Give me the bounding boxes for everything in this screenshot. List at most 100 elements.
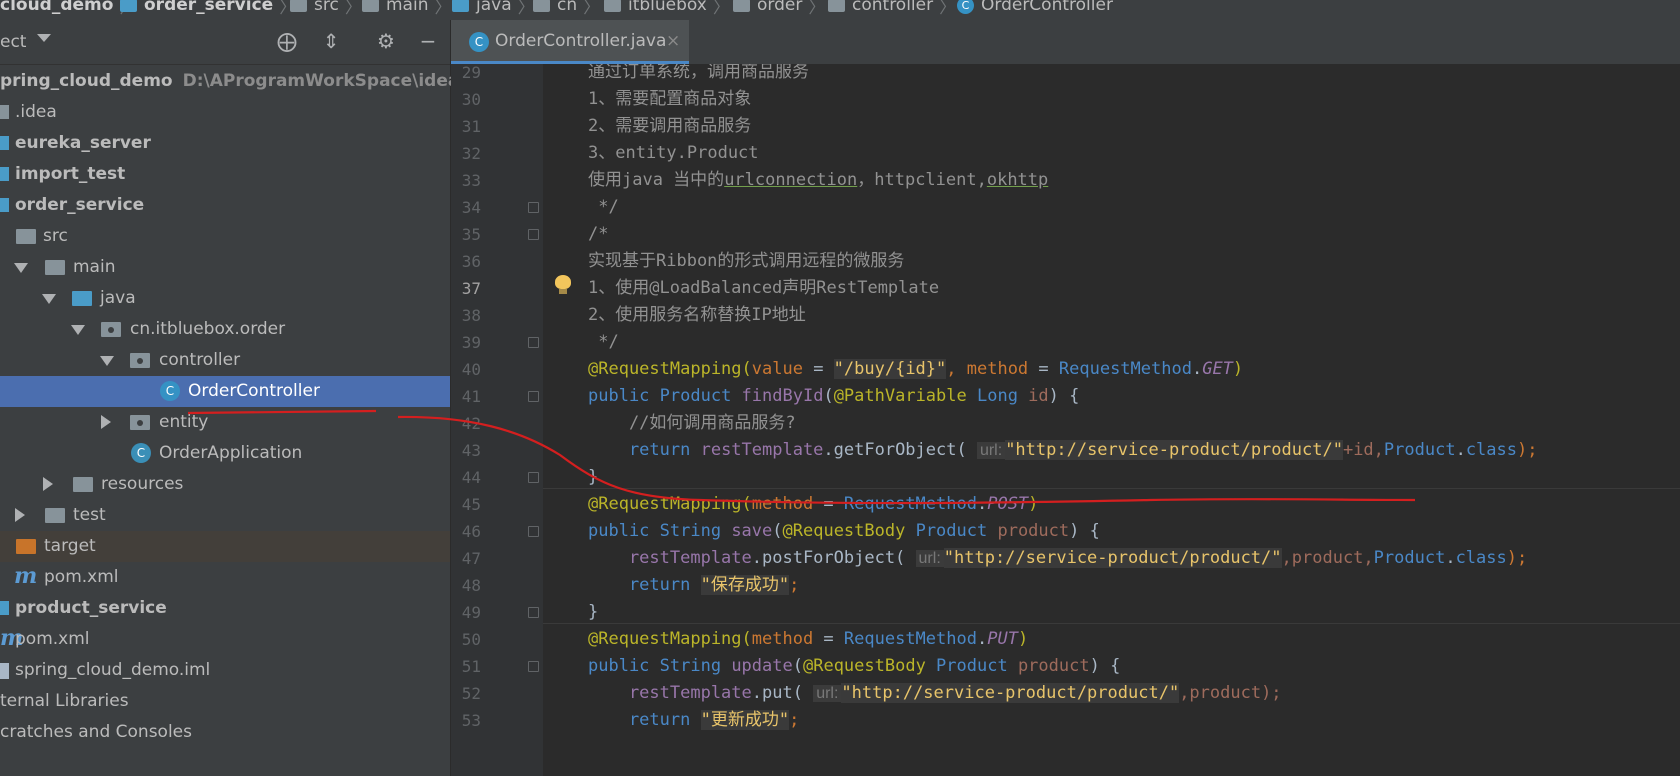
parameter-hint: url:	[976, 442, 1006, 459]
tree-item-project-root[interactable]: pring_cloud_demo D:\AProgramWorkSpace\ide…	[0, 66, 520, 97]
tree-item-test[interactable]: test	[0, 500, 450, 531]
collapse-arrow-icon[interactable]	[43, 477, 53, 491]
code-line-46: public String save(@RequestBody Product …	[588, 517, 1100, 546]
code-token: )	[1017, 629, 1029, 649]
tree-item-main[interactable]: main	[0, 252, 450, 283]
breadcrumb-item-java[interactable]: java 〉	[452, 0, 541, 18]
breadcrumb-label: cn	[557, 0, 578, 15]
tree-item-resources[interactable]: resources	[0, 469, 450, 500]
breadcrumb: cloud_demo〉 order_service〉 src〉 main〉 ja…	[0, 0, 1680, 20]
code-token: @RequestMapping(	[588, 629, 752, 649]
code-token: )	[1232, 359, 1244, 379]
tree-item-pom-root[interactable]: m pom.xml	[0, 624, 450, 655]
tree-item-idea[interactable]: .idea	[0, 97, 450, 128]
tree-item-order-service[interactable]: order_service	[0, 190, 450, 221]
breadcrumb-item-order[interactable]: order 〉	[733, 0, 831, 18]
code-token: =	[1028, 359, 1059, 379]
tree-item-import-test[interactable]: import_test	[0, 159, 450, 190]
tree-item-external-libraries[interactable]: ternal Libraries	[0, 686, 450, 717]
expand-arrow-icon[interactable]	[14, 263, 28, 273]
code-token: value	[751, 359, 803, 379]
hide-icon[interactable]: −	[417, 30, 439, 52]
collapse-arrow-icon[interactable]	[101, 415, 111, 429]
tree-item-iml[interactable]: spring_cloud_demo.iml	[0, 655, 450, 686]
tree-item-label: OrderController	[188, 381, 320, 401]
tree-item-order-application[interactable]: C OrderApplication	[0, 438, 450, 469]
code-token: @RequestMapping(	[588, 359, 752, 379]
code-token: return	[588, 710, 701, 730]
breadcrumb-item-main[interactable]: main 〉	[362, 0, 457, 18]
tab-order-controller[interactable]: C OrderController.java ×	[451, 20, 689, 64]
tree-item-controller[interactable]: controller	[0, 345, 450, 376]
project-view-selector[interactable]: ect	[0, 32, 26, 52]
collapse-all-icon[interactable]: ⇕	[320, 30, 342, 52]
module-icon	[0, 167, 9, 181]
fold-marker-icon[interactable]	[528, 391, 539, 402]
code-token: String	[659, 521, 732, 541]
tree-item-label: entity	[159, 412, 209, 432]
fold-marker-icon[interactable]	[528, 472, 539, 483]
code-token: );	[1517, 440, 1538, 460]
code-token: Product	[1373, 548, 1446, 568]
breadcrumb-item-cn[interactable]: cn 〉	[533, 0, 606, 18]
breadcrumb-item-src[interactable]: src 〉	[290, 0, 368, 18]
code-token: okhttp	[986, 170, 1049, 190]
code-token: public	[588, 386, 660, 406]
chevron-down-icon[interactable]	[37, 34, 51, 42]
code-line-32: 3、entity.Product	[588, 143, 759, 163]
code-token: findById	[741, 386, 824, 406]
tab-label: OrderController.java	[495, 31, 667, 51]
code-line-42: //如何调用商品服务?	[588, 413, 796, 433]
tree-item-scratches[interactable]: cratches and Consoles	[0, 717, 450, 748]
code-line-52: restTemplate.put( url: "http://service-pr…	[588, 679, 1282, 708]
breadcrumb-label: itbluebox	[628, 0, 707, 15]
tree-item-pom-order[interactable]: m pom.xml	[0, 562, 450, 593]
gear-icon[interactable]: ⚙	[375, 30, 397, 52]
fold-marker-icon[interactable]	[528, 202, 539, 213]
code-token: ) {	[1089, 656, 1121, 676]
tree-item-target[interactable]: target	[0, 531, 450, 562]
expand-arrow-icon[interactable]	[42, 294, 56, 304]
code-token: "http://service-product/product/"	[841, 683, 1180, 703]
tree-item-java[interactable]: java	[0, 283, 450, 314]
fold-marker-icon[interactable]	[528, 337, 539, 348]
code-token: method	[751, 494, 814, 514]
code-token: RequestMethod	[843, 494, 977, 514]
close-icon[interactable]: ×	[666, 31, 680, 51]
line-number: 39	[461, 333, 481, 352]
breadcrumb-item-module[interactable]: order_service 〉	[120, 0, 302, 18]
code-line-40: @RequestMapping(value = "/buy/{id}", met…	[588, 355, 1243, 384]
tree-item-order-controller[interactable]: C OrderController	[0, 376, 450, 407]
folder-icon	[45, 260, 65, 275]
tree-item-src[interactable]: src	[0, 221, 450, 252]
code-token: =	[802, 359, 834, 379]
code-token: urlconnection	[724, 170, 858, 190]
fold-marker-icon[interactable]	[528, 229, 539, 240]
collapse-arrow-icon[interactable]	[15, 508, 25, 522]
code-editor[interactable]: 29 30 31 32 33 34 35 36 37 38 39 40 41 4…	[451, 64, 1680, 776]
tree-item-entity[interactable]: entity	[0, 407, 450, 438]
tree-item-label: java	[100, 288, 136, 308]
fold-marker-icon[interactable]	[528, 607, 539, 618]
expand-arrow-icon[interactable]	[100, 356, 114, 366]
code-token: POST	[987, 494, 1029, 514]
locate-icon[interactable]: ⨁	[276, 30, 298, 52]
fold-marker-icon[interactable]	[528, 526, 539, 537]
code-line-45: @RequestMapping(method = RequestMethod.P…	[588, 490, 1038, 519]
tree-item-product-service[interactable]: product_service	[0, 593, 450, 624]
code-token: )	[1028, 494, 1039, 514]
package-icon	[828, 0, 845, 12]
breadcrumb-item-controller[interactable]: controller 〉	[828, 0, 962, 18]
lightbulb-icon[interactable]	[555, 275, 571, 294]
breadcrumb-item-itbluebox[interactable]: itbluebox 〉	[604, 0, 736, 18]
breadcrumb-item-class[interactable]: C OrderController	[957, 0, 1113, 16]
code-token: ,product);	[1179, 683, 1282, 703]
code-token: ;	[789, 710, 800, 730]
tree-item-eureka-server[interactable]: eureka_server	[0, 128, 450, 159]
tree-item-package-order[interactable]: cn.itbluebox.order	[0, 314, 450, 345]
fold-marker-icon[interactable]	[528, 661, 539, 672]
code-line-51: public String update(@RequestBody Produc…	[588, 652, 1120, 681]
breadcrumb-label: main	[386, 0, 429, 15]
expand-arrow-icon[interactable]	[71, 325, 85, 335]
code-token: RequestMethod	[1058, 359, 1192, 379]
